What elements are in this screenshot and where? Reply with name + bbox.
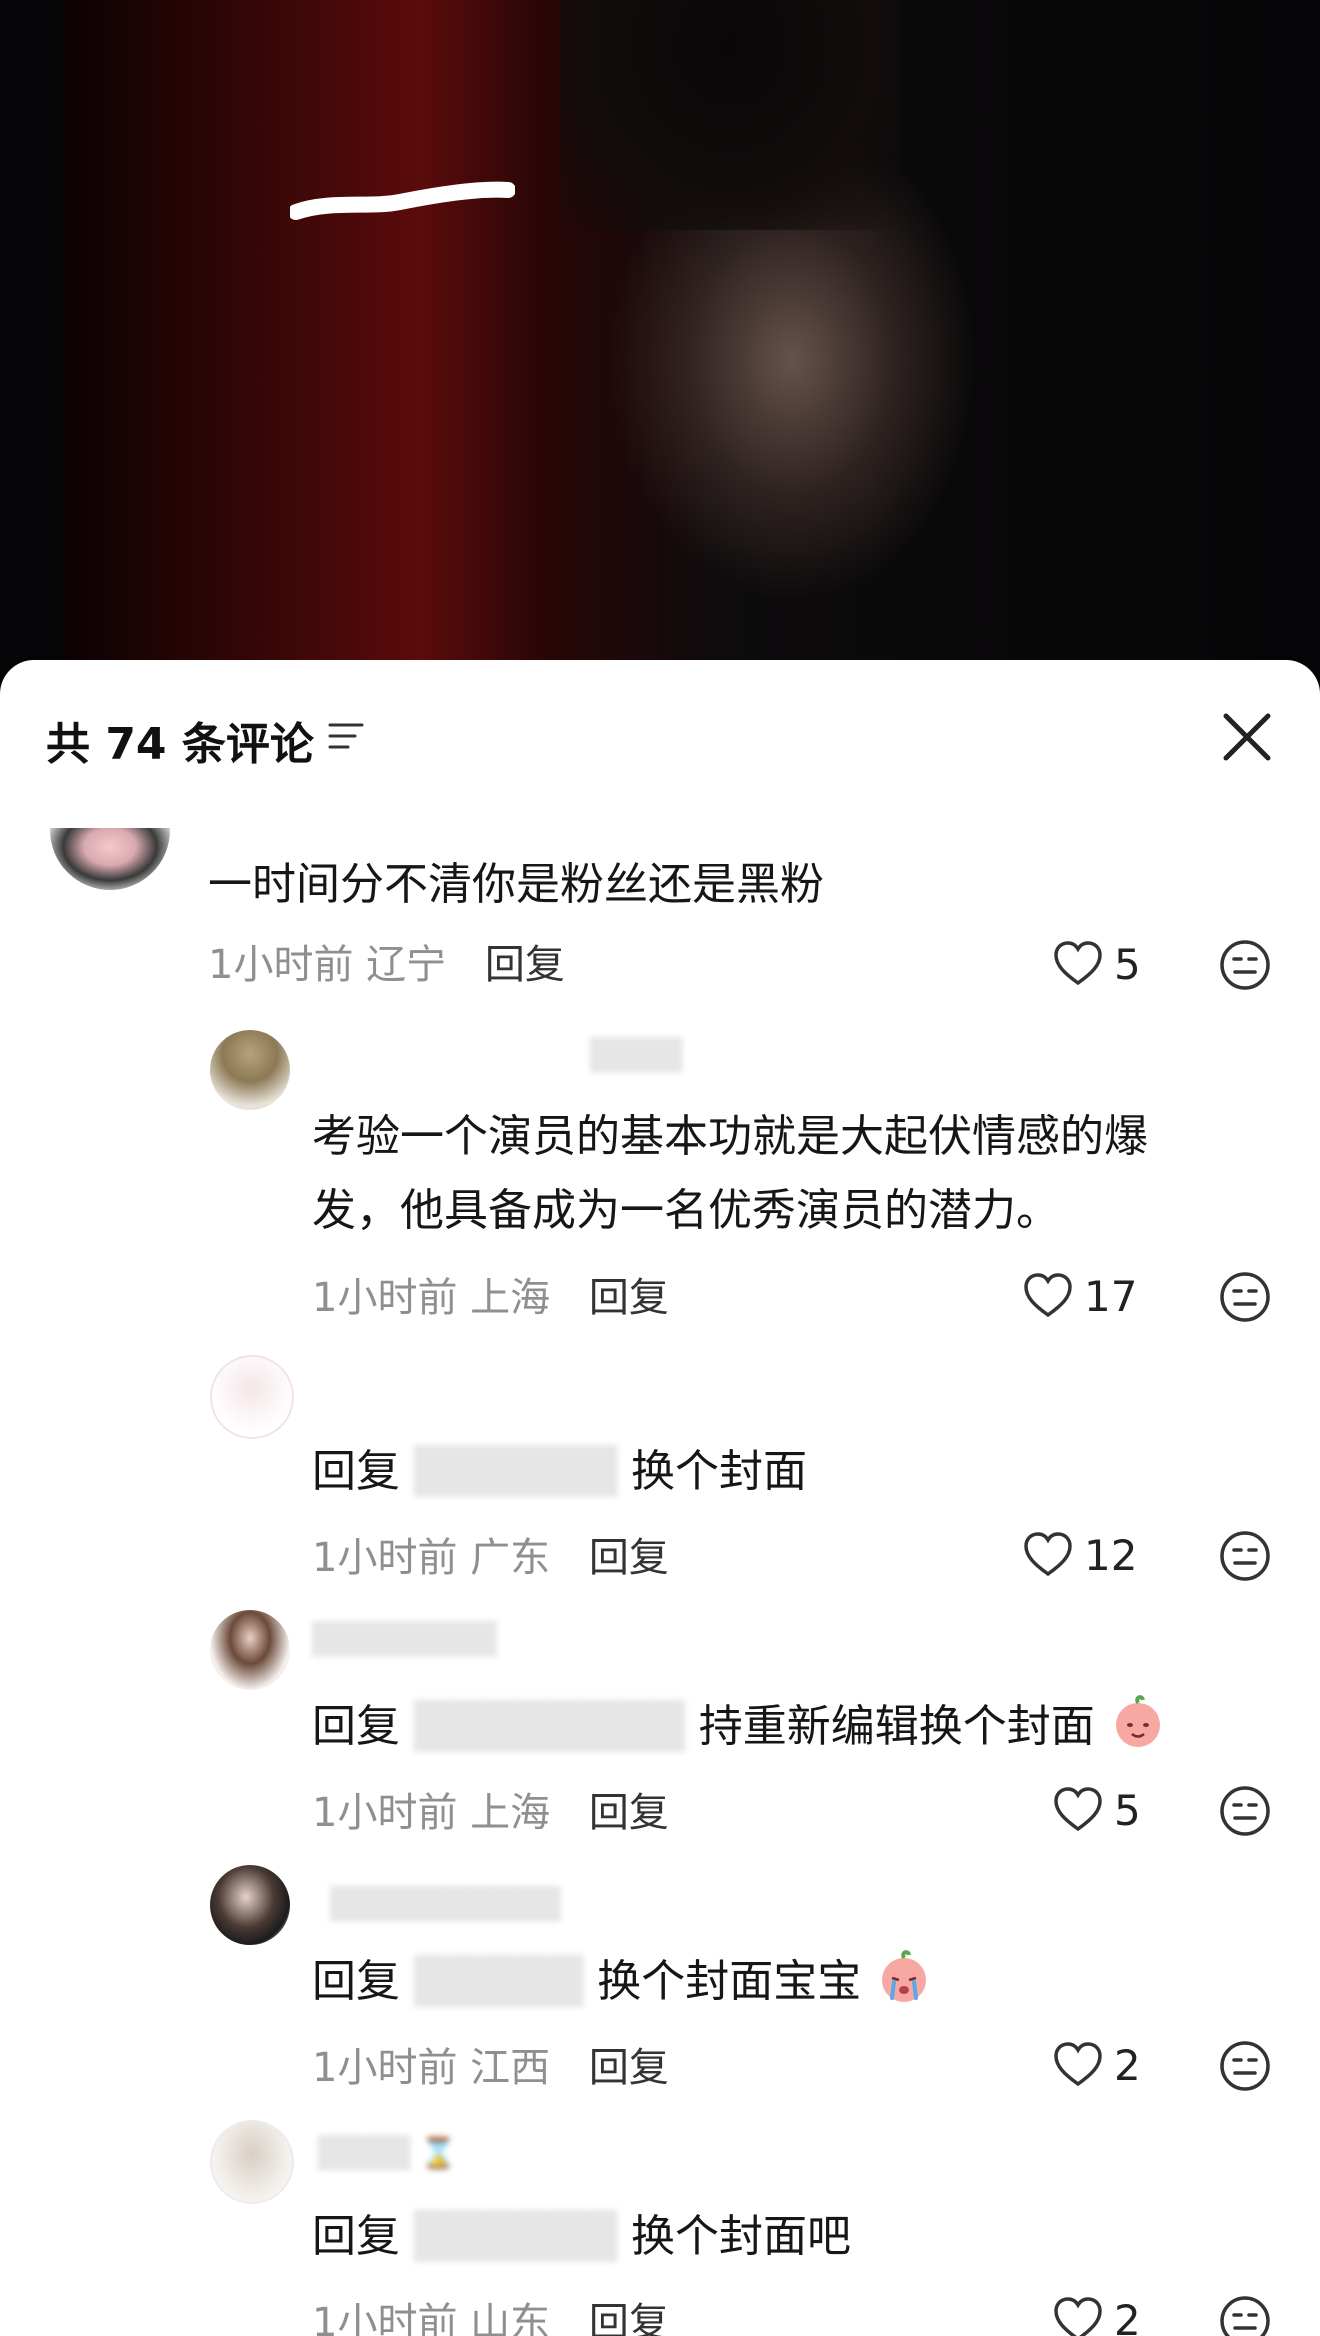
like-count: 5 [1114, 1785, 1141, 1835]
comment-meta: 1小时前 广东 回复 [312, 1525, 669, 1583]
comment-time: 1小时前 [312, 2300, 458, 2336]
sort-lines-icon[interactable] [326, 716, 366, 756]
comment-location: 广东 [470, 1535, 551, 1581]
comment-location: 辽宁 [366, 942, 447, 988]
reply-body: 换个封面 [631, 1446, 808, 1497]
comment-text: 一时间分不清你是粉丝还是黑粉 [208, 859, 824, 910]
reply-prefix: 回复 [312, 1701, 400, 1752]
crying-peach-emoji-icon [882, 1950, 927, 2002]
like-button[interactable]: 5 [1050, 936, 1141, 992]
reply-prefix: 回复 [312, 2211, 400, 2262]
heart-outline-icon [1024, 1273, 1072, 1318]
reply-button[interactable]: 回复 [589, 1790, 669, 1836]
redacted-username: ████████ [414, 1701, 685, 1752]
like-button[interactable]: 2 [1050, 2292, 1141, 2336]
avatar[interactable] [210, 1355, 294, 1439]
avatar[interactable] [210, 2120, 294, 2204]
comment-text: 考验一个演员的基本功就是大起伏情感的爆发，他具备成为一名优秀演员的潜力。 [312, 1111, 1148, 1236]
heart-outline-icon [1024, 1532, 1072, 1577]
reply-body: 换个封面吧 [631, 2211, 852, 2262]
comment-sheet-header: 共 74 条评论 [0, 660, 1320, 810]
like-count: 5 [1114, 939, 1141, 989]
white-scribble-mark [290, 181, 515, 220]
redacted-username: █████ [414, 1956, 584, 2007]
reply-button[interactable]: 回复 [589, 1535, 669, 1581]
comment-item: ████ 考验一个演员的基本功就是大起伏情感的爆发，他具备成为一名优秀演员的潜力… [0, 1030, 1320, 1322]
comment-time: 1小时前 [312, 2045, 458, 2091]
like-count: 17 [1084, 1271, 1138, 1321]
like-button[interactable]: 2 [1050, 2037, 1141, 2093]
video-player[interactable] [0, 0, 1320, 690]
comment-item: 一时间分不清你是粉丝还是黑粉 1小时前 辽宁 回复 5 [0, 828, 1320, 1010]
comment-meta: 1小时前 山东 回复 [312, 2290, 669, 2336]
comment-time: 1小时前 [208, 942, 354, 988]
like-button[interactable]: 17 [1020, 1268, 1137, 1324]
reply-button[interactable]: 回复 [589, 2045, 669, 2091]
comment-location: 上海 [470, 1275, 551, 1321]
comment-meta: 1小时前 上海 回复 [312, 1780, 669, 1838]
username[interactable]: ████████ [312, 1622, 497, 1658]
comment-item: 回复 ██████ 换个封面 1小时前 广东 回复 12 [0, 1355, 1320, 1585]
comment-meta: 1小时前 上海 回复 [312, 1265, 669, 1323]
meh-face-icon[interactable] [1218, 2294, 1272, 2336]
comment-text: 回复 ██████ 换个封面 [312, 1435, 1320, 1509]
username[interactable]: ████ ⌛ [318, 2136, 457, 2172]
reply-button[interactable]: 回复 [485, 942, 565, 988]
comment-item: ██████████ 回复 █████ 换个封面宝宝 1小时前 江西 回复 2 [0, 1865, 1320, 2095]
comment-time: 1小时前 [312, 1790, 458, 1836]
redacted-username: ██████ [414, 2211, 618, 2262]
meh-face-icon[interactable] [1218, 2039, 1272, 2093]
reply-button[interactable]: 回复 [589, 1275, 669, 1321]
avatar[interactable] [210, 1865, 290, 1945]
comment-meta: 1小时前 辽宁 回复 [208, 932, 565, 990]
redacted-username: ██████ [414, 1446, 618, 1497]
heart-outline-icon [1054, 2297, 1102, 2336]
meh-face-icon[interactable] [1218, 938, 1272, 992]
like-count: 2 [1114, 2040, 1141, 2090]
heart-outline-icon [1054, 941, 1102, 986]
meh-face-icon[interactable] [1218, 1784, 1272, 1838]
comment-sheet: 共 74 条评论 一时间分不清你是粉丝还是黑粉 1小时前 辽宁 回复 5 ███… [0, 660, 1320, 2336]
comment-location: 上海 [470, 1790, 551, 1836]
username[interactable]: ████ [590, 1038, 682, 1074]
comment-time: 1小时前 [312, 1535, 458, 1581]
comment-text: 回复 ████████ 持重新编辑换个封面 [312, 1690, 1320, 1764]
comment-meta: 1小时前 江西 回复 [312, 2035, 669, 2093]
meh-face-icon[interactable] [1218, 1270, 1272, 1324]
comment-location: 山东 [470, 2300, 551, 2336]
heart-outline-icon [1054, 2042, 1102, 2087]
video-dark-region [560, 0, 900, 230]
comment-item: ████ ⌛ 回复 ██████ 换个封面吧 1小时前 山东 回复 2 [0, 2120, 1320, 2336]
username[interactable]: ██████████ [330, 1887, 561, 1923]
reply-body: 换个封面宝宝 [597, 1956, 862, 2007]
meh-face-icon[interactable] [1218, 1529, 1272, 1583]
comment-item: ████████ 回复 ████████ 持重新编辑换个封面 1小时前 上海 回… [0, 1610, 1320, 1840]
avatar[interactable] [210, 1610, 290, 1690]
close-icon[interactable] [1220, 710, 1274, 764]
reply-button[interactable]: 回复 [589, 2300, 669, 2336]
heart-outline-icon [1054, 1787, 1102, 1832]
comment-count-title: 共 74 条评论 [46, 719, 314, 770]
peach-emoji-icon [1115, 1695, 1160, 1747]
like-button[interactable]: 12 [1020, 1527, 1137, 1583]
reply-prefix: 回复 [312, 1446, 400, 1497]
reply-body: 持重新编辑换个封面 [698, 1701, 1095, 1752]
comment-location: 江西 [470, 2045, 551, 2091]
like-button[interactable]: 5 [1050, 1782, 1141, 1838]
like-count: 2 [1114, 2295, 1141, 2336]
comment-text: 回复 █████ 换个封面宝宝 [312, 1945, 1320, 2019]
reply-prefix: 回复 [312, 1956, 400, 2007]
avatar[interactable] [50, 828, 170, 890]
comment-time: 1小时前 [312, 1275, 458, 1321]
avatar[interactable] [210, 1030, 290, 1110]
like-count: 12 [1084, 1530, 1138, 1580]
comment-text: 回复 ██████ 换个封面吧 [312, 2200, 1320, 2274]
